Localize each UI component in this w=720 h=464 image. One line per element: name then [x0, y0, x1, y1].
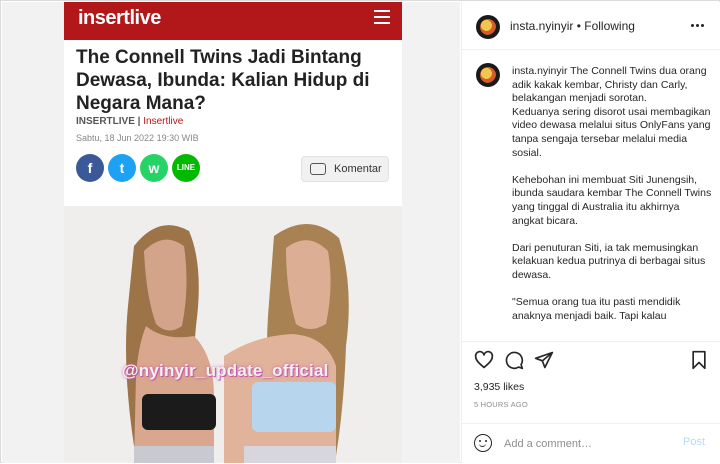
facebook-share-icon: f [76, 154, 104, 182]
article-dateline: Sabtu, 18 Jun 2022 19:30 WIB [76, 133, 199, 143]
avatar[interactable] [476, 15, 500, 39]
komentar-button: Komentar [301, 156, 389, 182]
caption-username[interactable]: insta.nyinyir [512, 65, 567, 77]
article-screenshot: insertlive The Connell Twins Jadi Bintan… [64, 2, 402, 463]
caption-avatar[interactable] [476, 63, 500, 87]
byline-source: Insertlive [143, 116, 184, 127]
komentar-label: Komentar [334, 163, 382, 175]
post-comment-button[interactable]: Post [683, 436, 705, 448]
following-button[interactable]: Following [584, 19, 635, 33]
likes-count[interactable]: 3,935 likes [474, 381, 524, 393]
article-header: insertlive [64, 2, 402, 40]
line-share-icon: LINE [172, 154, 200, 182]
username-link[interactable]: insta.nyinyir [510, 19, 573, 33]
twitter-share-icon: t [108, 154, 136, 182]
byline-separator: | [134, 116, 144, 127]
post-timestamp[interactable]: 5 HOURS AGO [474, 400, 528, 409]
post-caption: insta.nyinyir The Connell Twins dua oran… [512, 65, 712, 323]
post-header: insta.nyinyir • Following [462, 2, 720, 50]
bookmark-icon[interactable] [689, 350, 709, 370]
twins-photo: @nyinyir_update_official [64, 206, 402, 463]
post-media[interactable]: insertlive The Connell Twins Jadi Bintan… [2, 2, 460, 463]
twins-photo-illustration [64, 206, 402, 463]
caption-text: The Connell Twins dua orang adik kakak k… [512, 65, 712, 322]
header-separator: • [576, 19, 581, 33]
heart-icon[interactable] [474, 350, 494, 370]
menu-icon [374, 10, 390, 24]
article-byline: INSERTLIVE | Insertlive [76, 116, 183, 127]
instagram-post-window: insertlive The Connell Twins Jadi Bintan… [0, 0, 720, 463]
insertlive-logo: insertlive [78, 7, 161, 29]
emoji-icon[interactable] [474, 434, 492, 452]
comment-bubble-icon [310, 163, 326, 175]
more-options-icon[interactable] [691, 24, 705, 28]
actions-section: 3,935 likes 5 HOURS AGO Post [462, 341, 720, 463]
add-comment-bar: Post [462, 423, 720, 464]
article-headline: The Connell Twins Jadi Bintang Dewasa, I… [76, 47, 370, 114]
comment-icon[interactable] [504, 350, 524, 370]
comment-input[interactable] [504, 436, 674, 452]
post-author: insta.nyinyir • Following [510, 19, 635, 33]
whatsapp-share-icon: w [140, 154, 168, 182]
byline-author: INSERTLIVE [76, 116, 135, 127]
caption-section[interactable]: insta.nyinyir The Connell Twins dua oran… [462, 51, 720, 341]
post-panel: insta.nyinyir • Following insta.nyinyir … [461, 2, 720, 463]
watermark-text: @nyinyir_update_official [122, 361, 329, 380]
share-icon[interactable] [534, 350, 554, 370]
